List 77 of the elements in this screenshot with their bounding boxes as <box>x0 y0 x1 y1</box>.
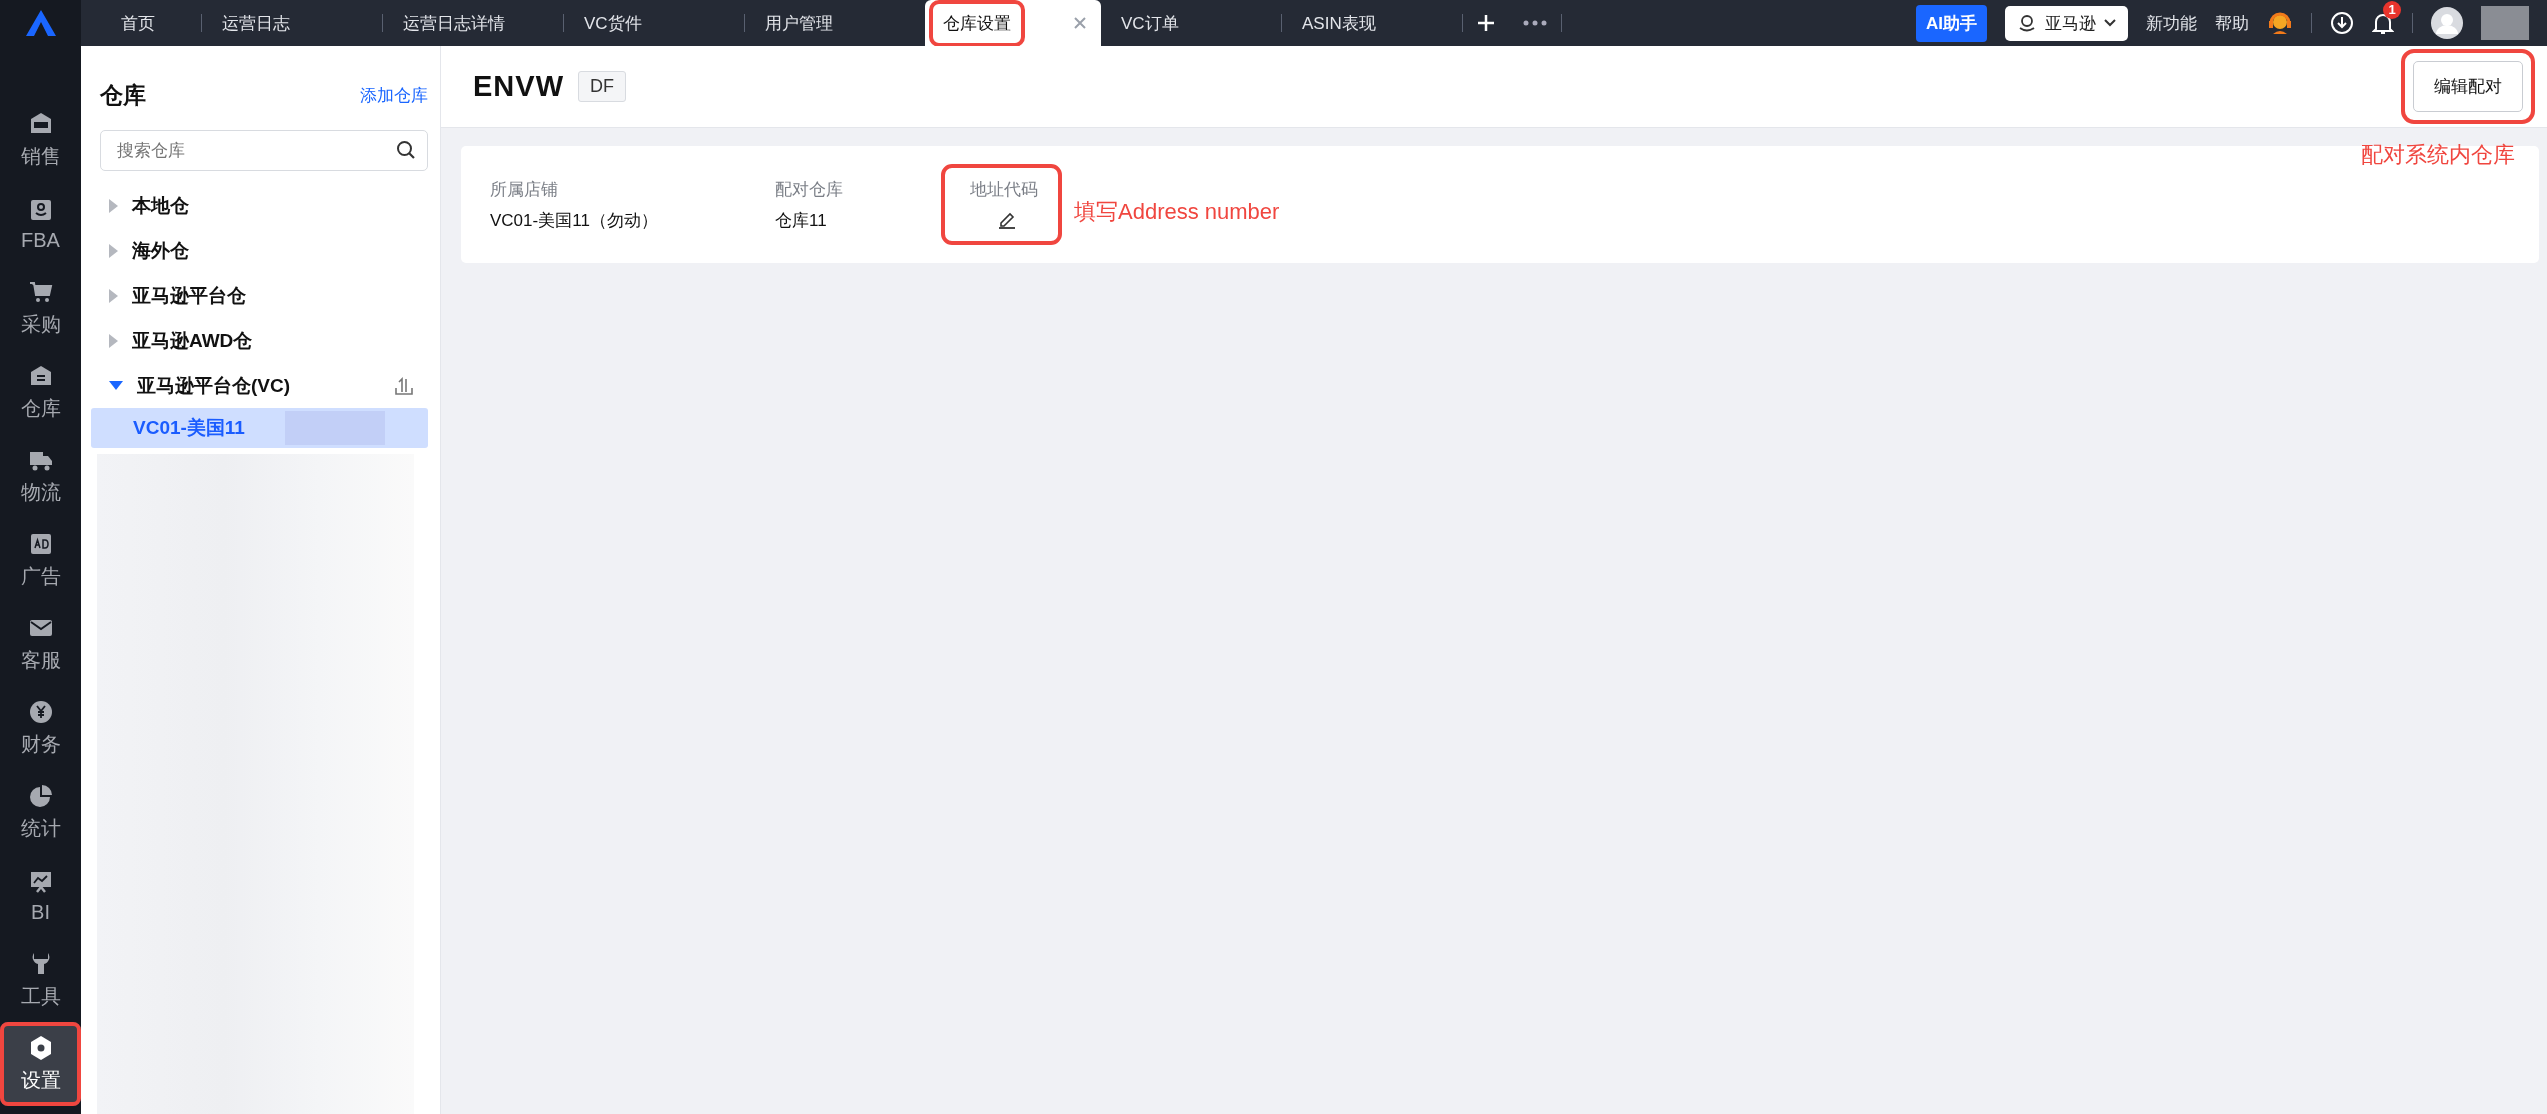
smile-logo-icon <box>2017 13 2037 33</box>
close-icon <box>1073 16 1087 30</box>
nav-label: 客服 <box>20 647 61 673</box>
tree-label: 亚马逊AWD仓 <box>132 328 254 353</box>
nav-item[interactable]: 物流 <box>0 434 81 518</box>
platform-select[interactable]: 亚马逊 <box>2005 5 2128 41</box>
nav-label: 工具 <box>20 983 61 1009</box>
avatar-icon <box>2431 7 2463 39</box>
yen-icon <box>27 698 54 725</box>
tree-label: 亚马逊平台仓(VC) <box>137 373 292 398</box>
tree-item[interactable]: VC01-美国11 <box>91 408 428 448</box>
nav-item[interactable]: FBA <box>0 182 81 266</box>
tree-node[interactable]: 亚马逊平台仓 <box>91 273 428 318</box>
nav-item[interactable]: 统计 <box>0 770 81 854</box>
field-label: 配对仓库 <box>775 178 844 201</box>
download-icon <box>2330 11 2354 35</box>
tab[interactable]: 首页 <box>81 0 201 46</box>
tree-label: 本地仓 <box>132 193 190 218</box>
caret-icon <box>2104 19 2116 27</box>
tree-node[interactable]: 本地仓 <box>91 183 428 228</box>
type-tag: DF <box>578 71 626 102</box>
nav-item[interactable]: 销售 <box>0 98 81 182</box>
annotation-text: 填写Address number <box>1074 197 1280 226</box>
headset-icon <box>2267 10 2293 36</box>
nav-label: 设置 <box>20 1067 61 1093</box>
blurred-username <box>2481 6 2529 40</box>
nav-item[interactable]: 设置 <box>0 1022 81 1106</box>
tree-label: 海外仓 <box>132 238 190 263</box>
field-value: 仓库11 <box>775 209 828 232</box>
ai-assistant-button[interactable]: AI助手 <box>1916 4 1987 42</box>
nav-item[interactable]: 仓库 <box>0 350 81 434</box>
nav-label: 物流 <box>20 479 61 505</box>
pie-chart-icon <box>27 782 54 809</box>
tab[interactable]: VC订单 <box>1101 0 1281 46</box>
nav-label: 广告 <box>20 563 61 589</box>
plus-icon[interactable] <box>1477 14 1495 32</box>
logo-icon <box>23 8 58 38</box>
tab[interactable]: 运营日志 <box>202 0 382 46</box>
more-icon[interactable] <box>1523 20 1547 26</box>
field-value: VC01-美国11（勿动） <box>490 209 659 232</box>
header-link[interactable]: 新功能 <box>2146 11 2197 35</box>
search-icon <box>396 140 416 160</box>
tab[interactable]: 仓库设置 <box>925 0 1101 46</box>
nav-label: 财务 <box>20 731 61 757</box>
platform-name: 亚马逊 <box>2045 12 2096 35</box>
tree-node[interactable]: 亚马逊AWD仓 <box>91 318 428 363</box>
search-field[interactable]: 搜索仓库 <box>100 130 428 171</box>
panel-title: 仓库 <box>100 80 146 110</box>
nav-item[interactable]: 广告 <box>0 518 81 602</box>
nav-item[interactable]: 客服 <box>0 602 81 686</box>
edit-pairing-button[interactable]: 编辑配对 <box>2413 61 2523 112</box>
tab[interactable]: ASIN表现 <box>1282 0 1462 46</box>
tree-label: 亚马逊平台仓 <box>132 283 247 308</box>
nav-label: BI <box>31 900 50 924</box>
tree-item-label: VC01-美国11 <box>133 416 245 440</box>
field-label: 所属店铺 <box>490 178 559 201</box>
add-warehouse-link[interactable]: 添加仓库 <box>360 83 428 107</box>
nav-label: 销售 <box>20 143 61 169</box>
nav-label: 统计 <box>20 815 61 841</box>
tab[interactable]: VC货件 <box>564 0 744 46</box>
annotation-text: 配对系统内仓库 <box>2361 141 2515 169</box>
tab[interactable]: 用户管理 <box>745 0 925 46</box>
notification-badge: 1 <box>2383 1 2401 19</box>
nav-label: FBA <box>21 228 60 252</box>
nav-item[interactable]: BI <box>0 854 81 938</box>
field-label: 地址代码 <box>970 179 1038 201</box>
nav-label: 采购 <box>20 311 61 337</box>
tree-node[interactable]: 海外仓 <box>91 228 428 273</box>
nav-item[interactable]: 采购 <box>0 266 81 350</box>
upload-icon[interactable] <box>394 375 414 396</box>
nav-item[interactable]: 工具 <box>0 938 81 1022</box>
header-link[interactable]: 帮助 <box>2215 11 2249 35</box>
nav-item[interactable]: 财务 <box>0 686 81 770</box>
tab[interactable]: 运营日志详情 <box>383 0 563 46</box>
tree-node[interactable]: 亚马逊平台仓(VC) <box>91 363 428 408</box>
nav-label: 仓库 <box>20 395 61 421</box>
warehouse-code-title: ENVW <box>473 70 564 103</box>
